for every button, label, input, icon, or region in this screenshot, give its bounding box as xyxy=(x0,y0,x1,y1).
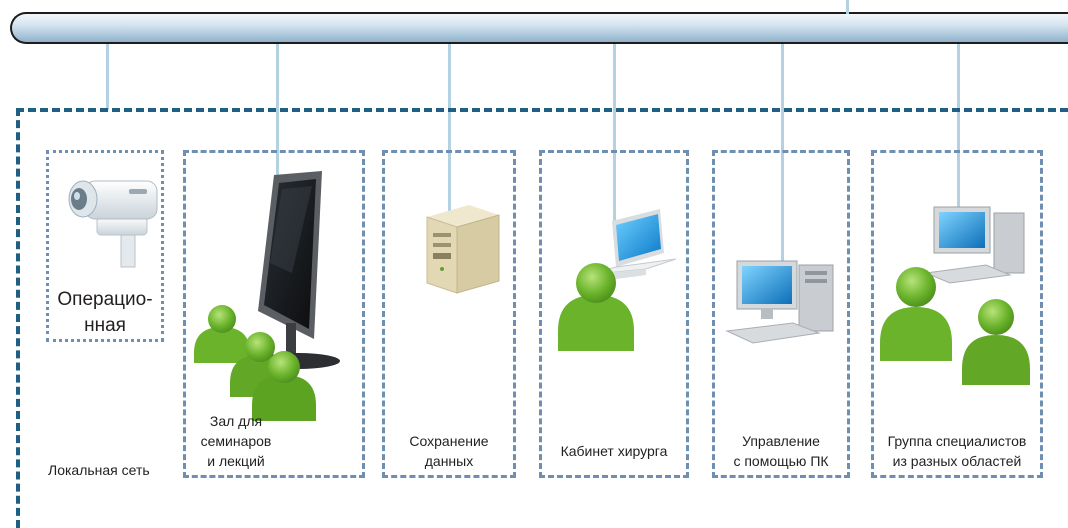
laptop-with-person-icon xyxy=(558,209,677,351)
node-label-specialists-line2: из разных областей xyxy=(892,453,1022,469)
node-label-pc-control-line2: с помощью ПК xyxy=(733,453,829,469)
node-pc-control: Управление с помощью ПК xyxy=(712,150,850,478)
camera-icon xyxy=(68,180,158,268)
node-data-storage: Сохранение данных xyxy=(382,150,516,478)
node-label-specialists-line1: Группа специалистов xyxy=(887,433,1027,449)
node-label-data-storage-line2: данных xyxy=(424,453,474,469)
node-label-seminar-hall-line2: семинаров xyxy=(200,433,272,449)
node-label-operating-room-line2: нная xyxy=(84,315,126,336)
desktop-computer-icon xyxy=(725,260,834,344)
server-icon xyxy=(426,205,500,294)
network-bus xyxy=(10,12,1068,44)
node-label-seminar-hall-line3: и лекций xyxy=(207,453,265,469)
drop-line-operating-room xyxy=(106,44,109,110)
person-icon xyxy=(880,267,952,361)
computers-with-people-icon xyxy=(880,206,1030,385)
node-label-seminar-hall-line1: Зал для xyxy=(209,413,263,429)
node-label-pc-control-line1: Управление xyxy=(742,433,820,449)
uplink-line xyxy=(846,0,849,14)
node-specialists-group: Группа специалистов из разных областей xyxy=(871,150,1043,478)
monitor-with-people-icon xyxy=(194,171,340,421)
node-label-data-storage-line1: Сохранение xyxy=(409,433,489,449)
lan-label: Локальная сеть xyxy=(48,462,150,478)
node-operating-room: Операцио- нная xyxy=(46,150,164,342)
node-label-operating-room-line1: Операцио- xyxy=(57,289,153,310)
person-icon xyxy=(962,299,1030,385)
node-label-surgeon-office: Кабинет хирурга xyxy=(560,443,668,459)
person-icon xyxy=(194,305,250,363)
node-seminar-hall: Зал для семинаров и лекций xyxy=(183,150,365,478)
node-surgeon-office: Кабинет хирурга xyxy=(539,150,689,478)
